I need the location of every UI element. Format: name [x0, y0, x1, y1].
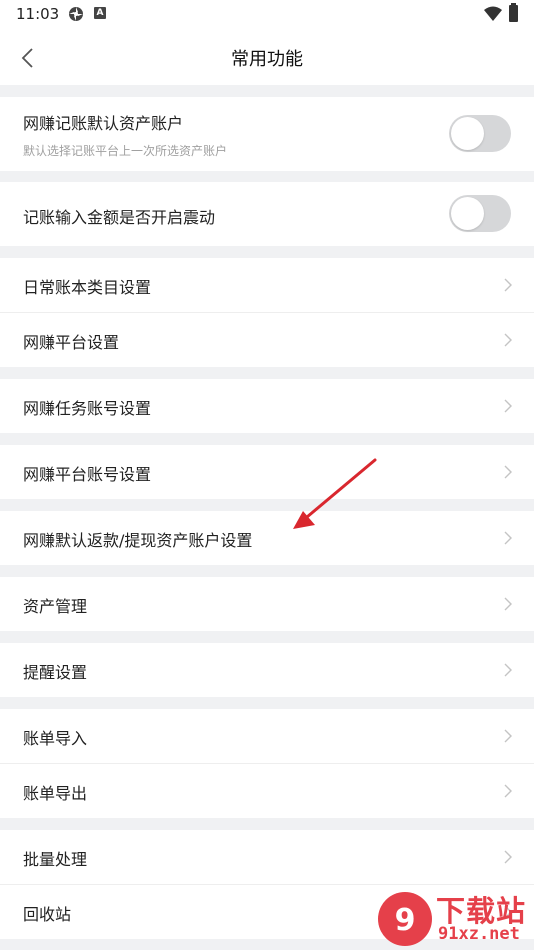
- menu-label: 批量处理: [23, 850, 88, 869]
- chevron-right-icon: [504, 399, 512, 413]
- menu-row-task-accounts[interactable]: 网赚任务账号设置: [0, 379, 534, 433]
- wifi-icon: [484, 6, 502, 21]
- setting-sublabel: 默认选择记账平台上一次所选资产账户: [23, 144, 228, 158]
- menu-row-bill-import[interactable]: 账单导入: [0, 709, 534, 764]
- setting-row-vibration: 记账输入金额是否开启震动: [0, 182, 534, 246]
- menu-row-platform-settings[interactable]: 网赚平台设置: [0, 313, 534, 367]
- vibration-toggle[interactable]: [449, 195, 511, 232]
- notification-badge-icon: A: [94, 7, 106, 19]
- chevron-right-icon: [504, 784, 512, 798]
- menu-label: 网赚平台设置: [23, 333, 120, 352]
- chevron-right-icon: [504, 729, 512, 743]
- menu-row-batch-processing[interactable]: 批量处理: [0, 830, 534, 885]
- setting-label: 记账输入金额是否开启震动: [23, 208, 216, 227]
- menu-label: 网赚默认返款/提现资产账户设置: [23, 531, 253, 550]
- menu-label: 账单导出: [23, 784, 88, 803]
- settings-group-categories: 日常账本类目设置 网赚平台设置: [0, 258, 534, 367]
- chevron-right-icon: [504, 465, 512, 479]
- chevron-right-icon: [504, 850, 512, 864]
- settings-group-import-export: 账单导入 账单导出: [0, 709, 534, 818]
- settings-group-refund-account: 网赚默认返款/提现资产账户设置: [0, 511, 534, 565]
- toggle-knob: [451, 117, 484, 150]
- menu-label: 日常账本类目设置: [23, 278, 152, 297]
- menu-label: 回收站: [23, 905, 72, 924]
- menu-row-platform-accounts[interactable]: 网赚平台账号设置: [0, 445, 534, 499]
- toggle-knob: [451, 197, 484, 230]
- setting-label: 网赚记账默认资产账户: [23, 114, 184, 133]
- app-header: 常用功能: [0, 30, 534, 85]
- status-time: 11:03: [16, 5, 60, 23]
- menu-label: 账单导入: [23, 729, 88, 748]
- settings-group-platform-accounts: 网赚平台账号设置: [0, 445, 534, 499]
- settings-group-task-accounts: 网赚任务账号设置: [0, 379, 534, 433]
- menu-row-reminder-settings[interactable]: 提醒设置: [0, 643, 534, 697]
- menu-row-ledger-categories[interactable]: 日常账本类目设置: [0, 258, 534, 313]
- svg-text:9: 9: [395, 903, 416, 938]
- red-annotation-arrow-icon: [293, 458, 377, 529]
- watermark-logo-icon: 9: [378, 892, 432, 946]
- settings-group-assets: 资产管理: [0, 577, 534, 631]
- menu-label: 提醒设置: [23, 663, 88, 682]
- chevron-right-icon: [504, 531, 512, 545]
- settings-group-reminders: 提醒设置: [0, 643, 534, 697]
- menu-label: 资产管理: [23, 597, 88, 616]
- chevron-right-icon: [504, 663, 512, 677]
- battery-icon: [509, 3, 518, 22]
- menu-row-refund-account[interactable]: 网赚默认返款/提现资产账户设置: [0, 511, 534, 565]
- default-account-toggle[interactable]: [449, 115, 511, 152]
- pinwheel-icon: [69, 7, 83, 21]
- menu-row-asset-management[interactable]: 资产管理: [0, 577, 534, 631]
- menu-row-bill-export[interactable]: 账单导出: [0, 764, 534, 818]
- chevron-right-icon: [504, 278, 512, 292]
- menu-label: 网赚任务账号设置: [23, 399, 152, 418]
- chevron-right-icon: [504, 333, 512, 347]
- watermark-url: 91xz.net: [438, 924, 520, 944]
- menu-label: 网赚平台账号设置: [23, 465, 152, 484]
- settings-group-default-account: 网赚记账默认资产账户 默认选择记账平台上一次所选资产账户: [0, 97, 534, 171]
- page-title: 常用功能: [231, 49, 303, 70]
- chevron-right-icon: [504, 597, 512, 611]
- watermark: 9 下载站 91xz.net: [376, 888, 534, 950]
- settings-group-vibration: 记账输入金额是否开启震动: [0, 182, 534, 246]
- setting-row-default-account: 网赚记账默认资产账户 默认选择记账平台上一次所选资产账户: [0, 97, 534, 171]
- status-bar: 11:03 A: [0, 0, 534, 30]
